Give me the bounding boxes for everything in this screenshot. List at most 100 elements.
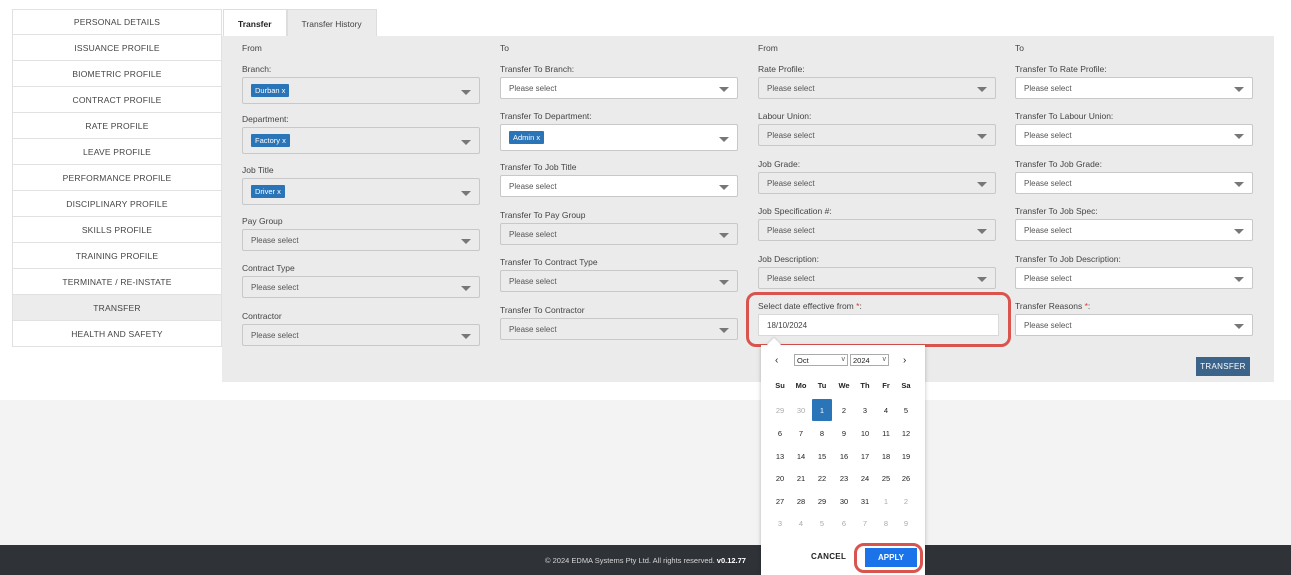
cancel-button[interactable]: CANCEL bbox=[811, 552, 846, 561]
transfer-to-job-grade-select[interactable]: Please select bbox=[1015, 172, 1253, 194]
contractor-select[interactable]: Please select bbox=[242, 324, 480, 346]
calendar-day[interactable]: 4 bbox=[876, 399, 896, 421]
calendar-day[interactable]: 19 bbox=[896, 445, 916, 467]
job-specification-select[interactable]: Please select bbox=[758, 219, 996, 241]
job-specification-value: Please select bbox=[767, 225, 815, 235]
calendar-day[interactable]: 18 bbox=[876, 445, 896, 467]
branch-chip[interactable]: Durban x bbox=[251, 84, 290, 97]
calendar-day[interactable]: 17 bbox=[855, 445, 875, 467]
calendar-day[interactable]: 12 bbox=[896, 422, 916, 444]
calendar-day[interactable]: 25 bbox=[876, 467, 896, 489]
calendar-day[interactable]: 24 bbox=[855, 467, 875, 489]
calendar-day[interactable]: 31 bbox=[855, 490, 875, 512]
branch-label: Branch: bbox=[242, 64, 272, 74]
calendar-day[interactable]: 11 bbox=[876, 422, 896, 444]
transfer-to-contract-type-select[interactable]: Please select bbox=[500, 270, 738, 292]
calendar-day[interactable]: 3 bbox=[770, 512, 790, 534]
transfer-to-branch-value: Please select bbox=[509, 83, 557, 93]
calendar-day[interactable]: 9 bbox=[834, 422, 854, 444]
calendar-day[interactable]: 1 bbox=[812, 399, 832, 421]
job-title-select[interactable]: Driver x bbox=[242, 178, 480, 205]
transfer-to-job-title-select[interactable]: Please select bbox=[500, 175, 738, 197]
next-month-icon[interactable]: › bbox=[903, 355, 906, 366]
weekday-header: Fr bbox=[882, 381, 890, 390]
month-select[interactable]: Oct v bbox=[794, 354, 848, 366]
job-description-select[interactable]: Please select bbox=[758, 267, 996, 289]
calendar-day[interactable]: 27 bbox=[770, 490, 790, 512]
labour-union-select[interactable]: Please select bbox=[758, 124, 996, 146]
sidebar-item-disciplinary-profile[interactable]: DISCIPLINARY PROFILE bbox=[12, 191, 222, 217]
transfer-to-contractor-select[interactable]: Please select bbox=[500, 318, 738, 340]
transfer-to-contract-type-label: Transfer To Contract Type bbox=[500, 257, 598, 267]
year-select[interactable]: 2024 v bbox=[850, 354, 889, 366]
calendar-day[interactable]: 5 bbox=[812, 512, 832, 534]
calendar-day[interactable]: 8 bbox=[876, 512, 896, 534]
calendar-day[interactable]: 3 bbox=[855, 399, 875, 421]
sidebar-item-contract-profile[interactable]: CONTRACT PROFILE bbox=[12, 87, 222, 113]
sidebar-item-health-and-safety[interactable]: HEALTH AND SAFETY bbox=[12, 321, 222, 347]
calendar-day[interactable]: 29 bbox=[770, 399, 790, 421]
transfer-to-job-spec-select[interactable]: Please select bbox=[1015, 219, 1253, 241]
calendar-day[interactable]: 10 bbox=[855, 422, 875, 444]
calendar-day[interactable]: 23 bbox=[834, 467, 854, 489]
rate-profile-value: Please select bbox=[767, 83, 815, 93]
calendar-day[interactable]: 15 bbox=[812, 445, 832, 467]
calendar-day[interactable]: 28 bbox=[791, 490, 811, 512]
calendar-day[interactable]: 5 bbox=[896, 399, 916, 421]
calendar-day[interactable]: 6 bbox=[770, 422, 790, 444]
transfer-to-branch-select[interactable]: Please select bbox=[500, 77, 738, 99]
calendar-day[interactable]: 30 bbox=[791, 399, 811, 421]
job-title-chip[interactable]: Driver x bbox=[251, 185, 285, 198]
chevron-down-icon bbox=[461, 139, 471, 145]
sidebar-item-transfer[interactable]: TRANSFER bbox=[12, 295, 222, 321]
transfer-to-department-chip[interactable]: Admin x bbox=[509, 131, 545, 144]
transfer-to-labour-union-select[interactable]: Please select bbox=[1015, 124, 1253, 146]
transfer-button[interactable]: TRANSFER bbox=[1196, 357, 1250, 376]
department-select[interactable]: Factory x bbox=[242, 127, 480, 154]
previous-month-icon[interactable]: ‹ bbox=[775, 355, 778, 366]
calendar-day[interactable]: 7 bbox=[791, 422, 811, 444]
calendar-day[interactable]: 29 bbox=[812, 490, 832, 512]
calendar-day[interactable]: 21 bbox=[791, 467, 811, 489]
branch-select[interactable]: Durban x bbox=[242, 77, 480, 104]
sidebar-item-terminate-reinstate[interactable]: TERMINATE / RE-INSTATE bbox=[12, 269, 222, 295]
calendar-day[interactable]: 16 bbox=[834, 445, 854, 467]
calendar-day[interactable]: 13 bbox=[770, 445, 790, 467]
calendar-day[interactable]: 2 bbox=[896, 490, 916, 512]
transfer-to-pay-group-select[interactable]: Please select bbox=[500, 223, 738, 245]
column-heading-from-2: From bbox=[758, 43, 778, 53]
calendar-day[interactable]: 22 bbox=[812, 467, 832, 489]
calendar-day[interactable]: 30 bbox=[834, 490, 854, 512]
sidebar-item-skills-profile[interactable]: SKILLS PROFILE bbox=[12, 217, 222, 243]
tab-transfer[interactable]: Transfer bbox=[223, 9, 287, 37]
transfer-to-job-spec-label: Transfer To Job Spec: bbox=[1015, 206, 1098, 216]
sidebar-item-personal-details[interactable]: PERSONAL DETAILS bbox=[12, 9, 222, 35]
calendar-day[interactable]: 8 bbox=[812, 422, 832, 444]
department-chip[interactable]: Factory x bbox=[251, 134, 290, 147]
tab-transfer-history[interactable]: Transfer History bbox=[286, 9, 377, 37]
sidebar-item-performance-profile[interactable]: PERFORMANCE PROFILE bbox=[12, 165, 222, 191]
sidebar-item-issuance-profile[interactable]: ISSUANCE PROFILE bbox=[12, 35, 222, 61]
transfer-to-job-description-select[interactable]: Please select bbox=[1015, 267, 1253, 289]
sidebar-item-rate-profile[interactable]: RATE PROFILE bbox=[12, 113, 222, 139]
contract-type-label: Contract Type bbox=[242, 263, 295, 273]
calendar-day[interactable]: 26 bbox=[896, 467, 916, 489]
sidebar-item-biometric-profile[interactable]: BIOMETRIC PROFILE bbox=[12, 61, 222, 87]
calendar-day[interactable]: 6 bbox=[834, 512, 854, 534]
calendar-day[interactable]: 14 bbox=[791, 445, 811, 467]
calendar-day[interactable]: 9 bbox=[896, 512, 916, 534]
rate-profile-select[interactable]: Please select bbox=[758, 77, 996, 99]
sidebar-item-training-profile[interactable]: TRAINING PROFILE bbox=[12, 243, 222, 269]
pay-group-select[interactable]: Please select bbox=[242, 229, 480, 251]
transfer-to-rate-profile-select[interactable]: Please select bbox=[1015, 77, 1253, 99]
calendar-day[interactable]: 2 bbox=[834, 399, 854, 421]
sidebar-item-leave-profile[interactable]: LEAVE PROFILE bbox=[12, 139, 222, 165]
transfer-reasons-select[interactable]: Please select bbox=[1015, 314, 1253, 336]
transfer-to-department-select[interactable]: Admin x bbox=[500, 124, 738, 151]
calendar-day[interactable]: 1 bbox=[876, 490, 896, 512]
contract-type-select[interactable]: Please select bbox=[242, 276, 480, 298]
calendar-day[interactable]: 4 bbox=[791, 512, 811, 534]
job-grade-select[interactable]: Please select bbox=[758, 172, 996, 194]
calendar-day[interactable]: 7 bbox=[855, 512, 875, 534]
calendar-day[interactable]: 20 bbox=[770, 467, 790, 489]
